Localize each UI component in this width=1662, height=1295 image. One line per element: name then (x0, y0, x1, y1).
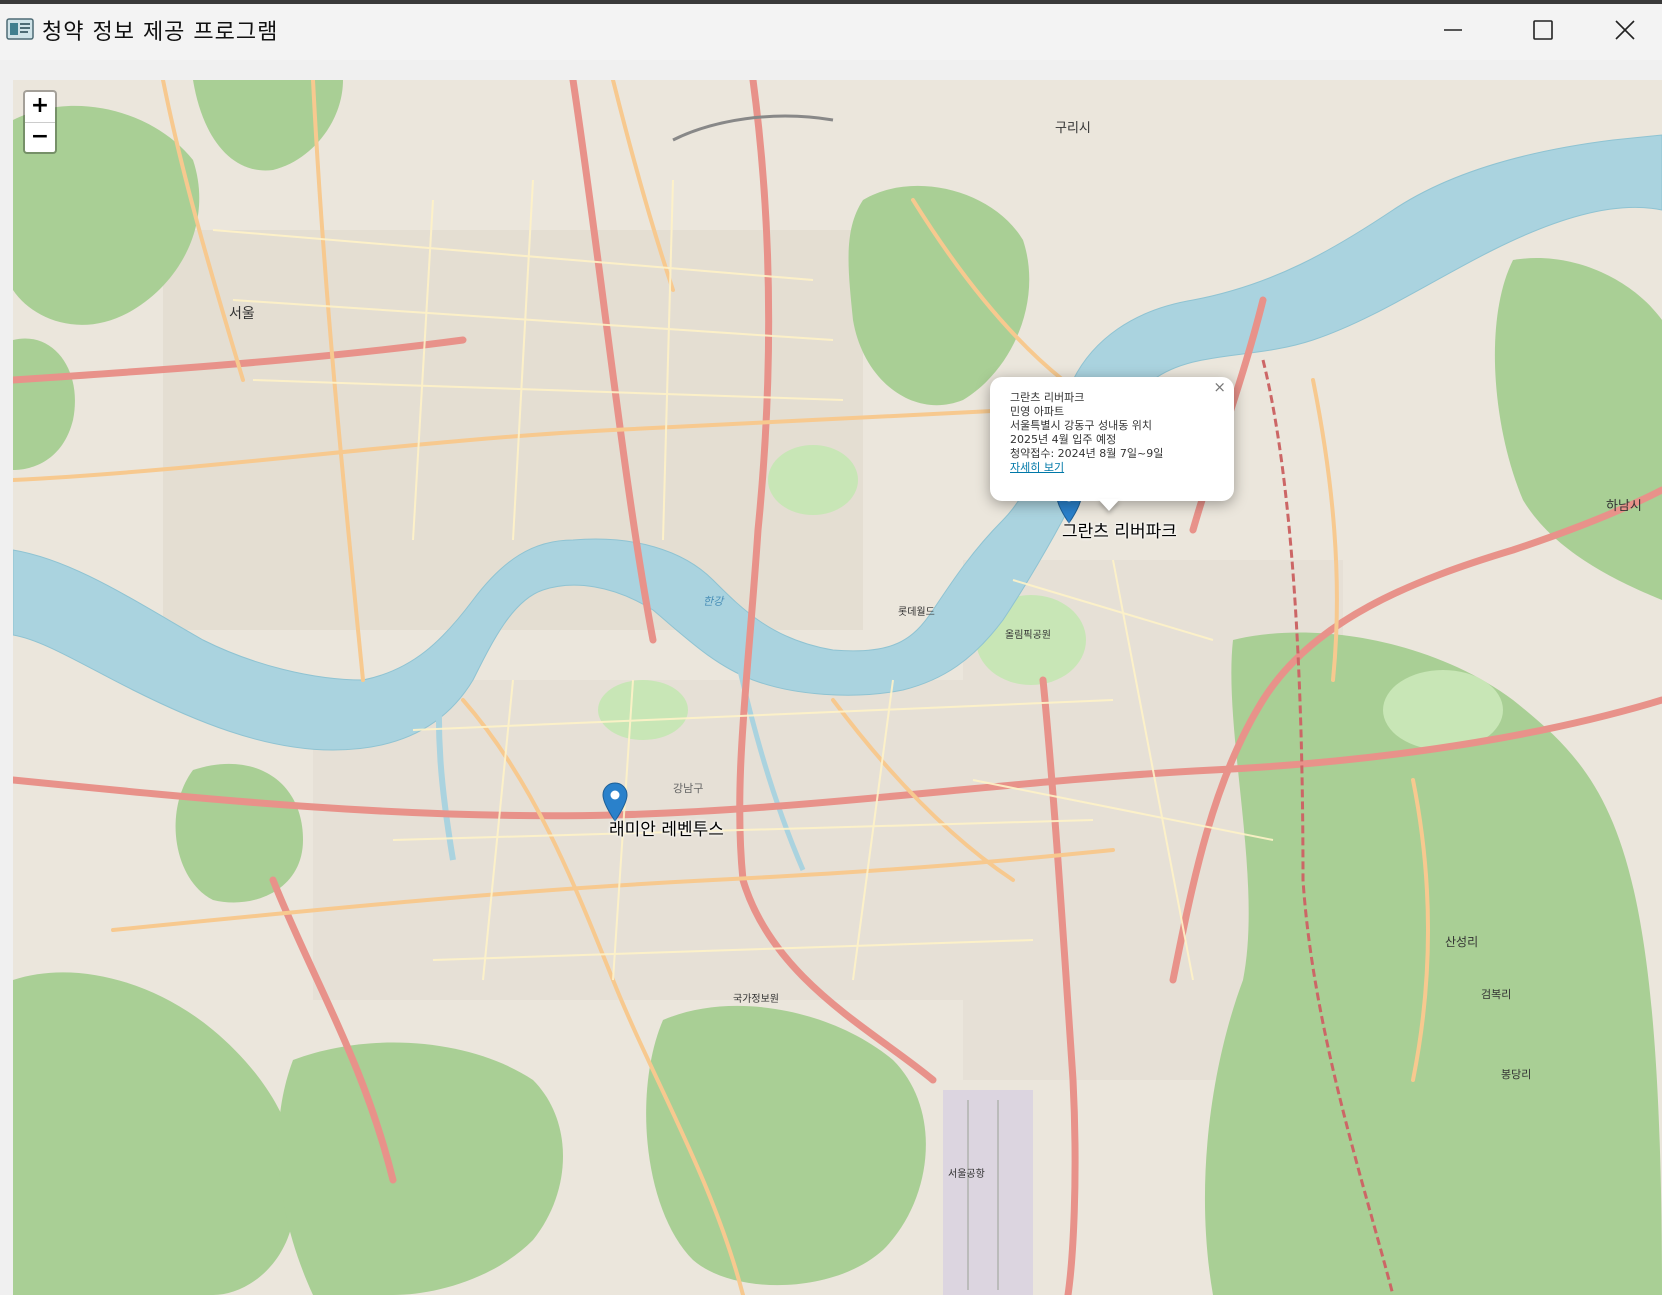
place-label-hangang: 한강 (703, 595, 725, 608)
window-title: 청약 정보 제공 프로그램 (42, 20, 279, 45)
popup-content: 그란츠 리버파크 민영 아파트 서울특별시 강동구 성내동 위치 2025년 4… (1010, 391, 1163, 475)
close-button[interactable] (1588, 0, 1662, 60)
app-icon (6, 18, 34, 40)
popup-move-in: 2025년 4월 입주 예정 (1010, 433, 1117, 446)
place-label-bongdangri: 봉당리 (1501, 1068, 1531, 1081)
popup-title: 그란츠 리버파크 (1010, 391, 1085, 404)
popup-tip (1098, 499, 1120, 511)
title-bar: 청약 정보 제공 프로그램 (0, 0, 1662, 60)
minimize-button[interactable] (1408, 0, 1498, 60)
popup-location: 서울특별시 강동구 성내동 위치 (1010, 419, 1153, 432)
zoom-control: + − (23, 90, 57, 154)
zoom-out-button[interactable]: − (25, 122, 55, 153)
zoom-in-button[interactable]: + (25, 92, 55, 122)
place-label-seoul-airport: 서울공항 (948, 1168, 985, 1180)
place-label-lotteworld: 롯데월드 (898, 606, 935, 618)
maximize-button[interactable] (1498, 0, 1588, 60)
marker-label-grants-riverpark: 그란츠 리버파크 (1062, 522, 1177, 542)
minimize-icon (1444, 29, 1462, 31)
maximize-icon (1533, 20, 1553, 40)
place-label-guri: 구리시 (1055, 121, 1091, 136)
popup-type: 민영 아파트 (1010, 405, 1065, 418)
close-icon (1615, 20, 1635, 40)
map-tiles[interactable]: 서울 구리시 하남시 산성리 검복리 봉당리 한강 롯데월드 강남구 서울공항 … (13, 80, 1662, 1295)
marker-label-raemian-leventus: 래미안 레벤투스 (609, 820, 724, 840)
place-label-olympic-park: 올림픽공원 (1005, 629, 1051, 641)
info-popup: × 그란츠 리버파크 민영 아파트 서울특별시 강동구 성내동 위치 2025년… (990, 377, 1234, 501)
airport-area (943, 1090, 1033, 1295)
map-view[interactable]: 서울 구리시 하남시 산성리 검복리 봉당리 한강 롯데월드 강남구 서울공항 … (13, 80, 1662, 1295)
popup-details-link[interactable]: 자세히 보기 (1010, 461, 1064, 474)
place-label-gangnam: 강남구 (673, 782, 703, 795)
place-label-hanam: 하남시 (1606, 499, 1642, 514)
place-label-sanseongri: 산성리 (1445, 935, 1478, 949)
place-label-seoul: 서울 (229, 306, 255, 322)
place-label-geombokri: 검복리 (1481, 988, 1511, 1001)
popup-close-button[interactable]: × (1213, 380, 1226, 395)
popup-subscription: 청약접수: 2024년 8월 7일~9일 (1010, 447, 1164, 460)
place-label-nis: 국가정보원 (733, 993, 779, 1005)
